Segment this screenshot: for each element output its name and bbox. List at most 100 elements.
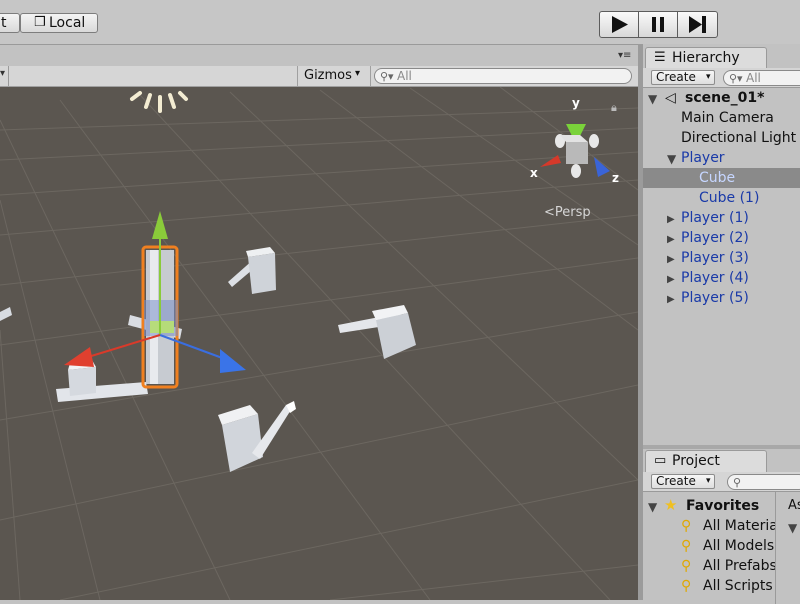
perspective-icon: < xyxy=(544,205,555,220)
assets-header: As xyxy=(788,498,800,513)
hierarchy-item-label: Cube xyxy=(699,170,736,186)
hierarchy-item-label: Player xyxy=(681,150,725,166)
expand-arrow-icon[interactable]: ▶ xyxy=(667,250,675,268)
axis-y-label: y xyxy=(572,96,580,110)
scene-search-input[interactable]: ⚲▾ All xyxy=(374,68,632,84)
search-folder-icon: ⚲ xyxy=(681,578,692,594)
hierarchy-item[interactable]: ▶ Player (3) xyxy=(643,248,800,268)
favorites-item-label: All Prefabs xyxy=(703,558,775,574)
pivot-toggle-button[interactable]: t xyxy=(0,13,20,33)
step-button[interactable] xyxy=(677,11,718,38)
player-object xyxy=(228,247,276,294)
scene-header-bar: ▾ Gizmos ▾ ⚲▾ All xyxy=(0,66,638,87)
tab-project[interactable]: ▭ Project xyxy=(645,450,767,472)
scene-tab-strip: ▾≡ xyxy=(0,45,638,66)
expand-arrow-icon[interactable]: ▶ xyxy=(667,290,675,308)
pause-icon xyxy=(652,17,664,32)
axis-x-label: x xyxy=(530,166,538,180)
hierarchy-item[interactable]: ▶ Player (2) xyxy=(643,228,800,248)
shading-dropdown-arrow-icon[interactable]: ▾ xyxy=(0,68,5,79)
hierarchy-item-label: Player (2) xyxy=(681,230,749,246)
player-object xyxy=(56,360,148,402)
project-toolbar: Create ▾ ⚲ xyxy=(643,472,800,492)
play-button[interactable] xyxy=(599,11,639,38)
local-toggle-button[interactable]: ❒ Local xyxy=(20,13,98,33)
divider xyxy=(775,492,776,604)
favorites-item[interactable]: ⚲ All Scripts xyxy=(643,576,775,596)
expand-arrow-icon[interactable]: ▼ xyxy=(788,521,797,535)
search-icon: ⚲▾ xyxy=(729,72,743,85)
chevron-down-icon: ▾ xyxy=(706,72,711,82)
hierarchy-item[interactable]: ▼ Player xyxy=(643,148,800,168)
project-search-input[interactable]: ⚲ xyxy=(727,474,800,490)
hierarchy-create-button[interactable]: Create ▾ xyxy=(651,70,715,85)
hierarchy-item-label: Player (5) xyxy=(681,290,749,306)
expand-arrow-icon[interactable]: ▶ xyxy=(667,210,675,228)
main-toolbar: t ❒ Local xyxy=(0,0,800,45)
gizmos-dropdown[interactable]: Gizmos ▾ xyxy=(297,66,371,86)
hierarchy-search-input[interactable]: ⚲▾ All xyxy=(723,70,800,86)
orientation-gizmo xyxy=(540,124,610,178)
scene-viewport[interactable]: y x z 🔒︎ <Persp xyxy=(0,87,638,600)
expand-arrow-icon[interactable]: ▼ xyxy=(667,149,676,168)
expand-arrow-icon[interactable]: ▶ xyxy=(667,270,675,288)
favorites-item[interactable]: ⚲ All Prefabs xyxy=(643,556,775,576)
panel-menu-icon[interactable]: ▾≡ xyxy=(618,50,631,61)
search-folder-icon: ⚲ xyxy=(681,518,692,534)
lock-icon[interactable]: 🔒︎ xyxy=(611,101,617,115)
scene-search-placeholder: All xyxy=(397,69,412,83)
hierarchy-item[interactable]: Main Camera xyxy=(643,108,800,128)
project-tab-label: Project xyxy=(672,453,720,469)
expand-arrow-icon[interactable]: ▼ xyxy=(648,497,657,516)
hierarchy-panel: ☰ Hierarchy Create ▾ ⚲▾ All ▼ ◁ scene_01… xyxy=(643,44,800,445)
hierarchy-item-label: Main Camera xyxy=(681,110,774,126)
chevron-down-icon: ▾ xyxy=(355,68,361,79)
player-object xyxy=(0,307,12,321)
hierarchy-item-selected[interactable]: Cube xyxy=(643,168,800,188)
step-icon xyxy=(689,16,706,33)
favorites-item[interactable]: ⚲ All Materia xyxy=(643,516,775,536)
hierarchy-item[interactable]: Cube (1) xyxy=(643,188,800,208)
perspective-toggle[interactable]: <Persp xyxy=(544,205,591,220)
unity-scene-icon: ◁ xyxy=(665,90,676,106)
scene-row[interactable]: ▼ ◁ scene_01* xyxy=(643,88,800,108)
hierarchy-icon: ☰ xyxy=(654,50,666,65)
pause-button[interactable] xyxy=(638,11,678,38)
expand-arrow-icon[interactable]: ▶ xyxy=(667,230,675,248)
hierarchy-item[interactable]: Directional Light xyxy=(643,128,800,148)
hierarchy-item-label: Cube (1) xyxy=(699,190,760,206)
divider xyxy=(8,66,9,86)
local-toggle-label: Local xyxy=(49,15,86,31)
gizmos-label: Gizmos xyxy=(304,68,352,83)
hierarchy-search-placeholder: All xyxy=(746,71,761,85)
create-label: Create xyxy=(656,474,696,488)
favorites-item-label: All Materia xyxy=(703,518,775,534)
axis-z-label: z xyxy=(612,171,619,185)
project-panel: ▭ Project Create ▾ ⚲ As ▼ ▼ ★ Favorites … xyxy=(643,445,800,604)
expand-arrow-icon[interactable]: ▼ xyxy=(648,89,657,108)
scene-objects xyxy=(0,124,610,472)
player-object xyxy=(338,305,416,359)
hierarchy-item-label: Player (1) xyxy=(681,210,749,226)
search-icon: ⚲▾ xyxy=(380,70,394,83)
favorites-label: Favorites xyxy=(686,498,760,514)
pivot-toggle-label: t xyxy=(1,15,7,31)
favorites-item[interactable]: ⚲ All Models xyxy=(643,536,775,556)
hierarchy-item-label: Player (3) xyxy=(681,250,749,266)
tab-hierarchy[interactable]: ☰ Hierarchy xyxy=(645,47,767,69)
hierarchy-item[interactable]: ▶ Player (4) xyxy=(643,268,800,288)
chevron-down-icon: ▾ xyxy=(706,476,711,486)
hierarchy-item[interactable]: ▶ Player (5) xyxy=(643,288,800,308)
player-object xyxy=(218,401,296,472)
hierarchy-tab-label: Hierarchy xyxy=(672,50,740,66)
search-folder-icon: ⚲ xyxy=(681,558,692,574)
cube-icon: ❒ xyxy=(34,15,46,30)
favorites-row[interactable]: ▼ ★ Favorites xyxy=(643,496,775,516)
hierarchy-item[interactable]: ▶ Player (1) xyxy=(643,208,800,228)
hierarchy-item-label: Directional Light xyxy=(681,130,797,146)
project-create-button[interactable]: Create ▾ xyxy=(651,474,715,489)
hierarchy-toolbar: Create ▾ ⚲▾ All xyxy=(643,68,800,88)
favorites-item-label: All Models xyxy=(703,538,775,554)
create-label: Create xyxy=(656,70,696,84)
search-folder-icon: ⚲ xyxy=(681,538,692,554)
